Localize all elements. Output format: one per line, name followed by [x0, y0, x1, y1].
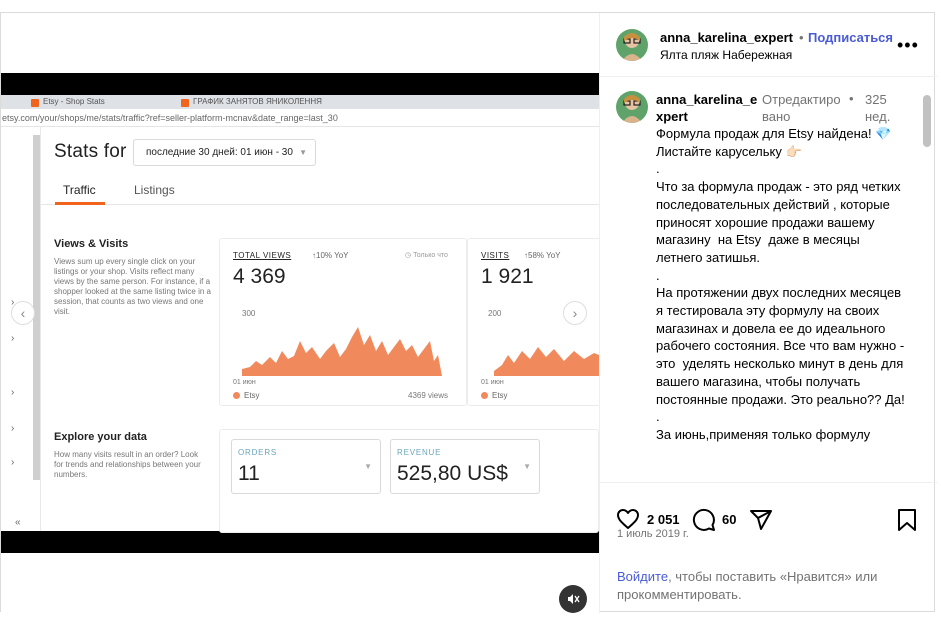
note-text: Только что	[413, 252, 448, 259]
revenue-card: REVENUE 525,80 US$ ▼	[390, 439, 540, 494]
chevron-right-icon: ›	[11, 333, 15, 344]
total-views-value: 4 369	[233, 265, 286, 288]
browser-url: etsy.com/your/shops/me/stats/traffic?ref…	[1, 109, 599, 127]
delta-value: 10% YoY	[316, 251, 349, 260]
post-details: anna_karelina_expert • Подписаться Ялта …	[599, 13, 937, 613]
stats-title: Stats for	[54, 141, 127, 162]
orders-value: 11	[238, 462, 260, 485]
location-link[interactable]: Ялта пляж Набережная	[660, 48, 792, 62]
date-range-value: последние 30 дней: 01 июн - 30	[146, 147, 293, 158]
chevron-right-icon: ›	[11, 423, 15, 434]
tab-listings: Listings	[134, 183, 175, 197]
edited-label: Отредактировано	[762, 92, 841, 124]
bookmark-icon[interactable]	[897, 508, 917, 532]
active-tab-underline	[55, 202, 105, 205]
share-icon[interactable]	[749, 508, 773, 532]
avatar[interactable]	[616, 29, 648, 61]
revenue-value: 525,80 US$	[397, 462, 508, 485]
login-prompt: Войдите, чтобы поставить «Нравится» или …	[617, 568, 917, 604]
post-date: 1 июль 2019 г.	[617, 528, 689, 540]
comment-icon[interactable]	[692, 508, 716, 532]
speaker-muted-icon	[568, 594, 580, 604]
chevron-down-icon: ▼	[364, 462, 372, 471]
avatar-image	[616, 29, 648, 61]
caption-scrollbar[interactable]	[923, 95, 931, 147]
post-age: 325 нед.	[865, 92, 891, 124]
chevron-right-icon: ›	[11, 387, 15, 398]
login-link[interactable]: Войдите	[617, 569, 668, 584]
browser-tab: ГРАФИК ЗАНЯТОВ ЯНИКОЛЕННЯ	[179, 97, 322, 109]
avatar-image	[616, 91, 648, 123]
explore-heading: Explore your data	[54, 431, 147, 443]
caption-username[interactable]: anna_karelina_expert	[656, 91, 760, 125]
heart-icon[interactable]	[616, 508, 640, 530]
caption-area: anna_karelina_expert Отредактировано • 3…	[600, 77, 937, 483]
chevron-right-icon: ›	[11, 457, 15, 468]
stats-tabs: Traffic Listings	[41, 175, 599, 205]
visits-delta: ↑58% YoY	[524, 251, 561, 260]
delta-value: 58% YoY	[528, 251, 561, 260]
separator-dot: •	[799, 30, 804, 45]
y-axis-label: 300	[242, 309, 256, 318]
legend-etsy: Etsy	[481, 391, 508, 400]
explore-text: How many visits result in an order? Look…	[54, 450, 201, 479]
separator-dot: •	[849, 91, 854, 106]
visits-value: 1 921	[481, 265, 534, 288]
chevron-down-icon: ▼	[299, 148, 307, 157]
browser-tab: Etsy - Shop Stats	[29, 97, 105, 109]
total-views-delta: ↑10% YoY	[312, 251, 349, 260]
caption-text: Формула продаж для Etsy найдена! 💎 Листа…	[656, 126, 905, 442]
username-link[interactable]: anna_karelina_expert	[660, 30, 793, 45]
follow-button[interactable]: Подписаться	[808, 30, 893, 45]
revenue-label: REVENUE	[397, 448, 442, 457]
visits-label: VISITS	[481, 251, 510, 260]
orders-label: ORDERS	[238, 448, 278, 457]
action-bar: 2 051 60	[600, 483, 937, 563]
orders-card: ORDERS 11 ▼	[231, 439, 381, 494]
views-visits-text: Views sum up every single click on your …	[54, 257, 211, 316]
browser-tab-bar: Etsy - Shop Stats ГРАФИК ЗАНЯТОВ ЯНИКОЛЕ…	[1, 95, 599, 109]
total-views-label: TOTAL VIEWS	[233, 251, 292, 260]
next-slide-button[interactable]: ›	[563, 301, 587, 325]
chevron-down-icon: ▼	[523, 462, 531, 471]
post-header: anna_karelina_expert • Подписаться Ялта …	[600, 13, 937, 77]
updated-note: ◷ Только что	[405, 252, 448, 259]
legend-value: 4369 views	[408, 391, 449, 400]
collapse-icon: «	[15, 517, 21, 528]
y-axis-label: 200	[488, 309, 502, 318]
media-panel: Etsy - Shop Stats ГРАФИК ЗАНЯТОВ ЯНИКОЛЕ…	[1, 13, 599, 613]
mute-button[interactable]	[559, 585, 587, 613]
video-player[interactable]: Etsy - Shop Stats ГРАФИК ЗАНЯТОВ ЯНИКОЛЕ…	[1, 73, 599, 553]
comments-count[interactable]: 60	[722, 512, 736, 527]
post-dialog: Etsy - Shop Stats ГРАФИК ЗАНЯТОВ ЯНИКОЛЕ…	[0, 12, 937, 613]
x-axis-start: 01 июн	[233, 379, 256, 386]
views-area-chart	[242, 327, 442, 376]
prev-slide-button[interactable]: ‹	[11, 301, 35, 325]
x-axis-start: 01 июн	[481, 379, 504, 386]
caption-avatar[interactable]	[616, 91, 648, 123]
total-views-card: TOTAL VIEWS ↑10% YoY ◷ Только что 4 369 …	[219, 238, 467, 406]
legend-etsy: Etsy	[233, 391, 260, 400]
date-range-select: последние 30 дней: 01 июн - 30 ▼	[133, 139, 316, 166]
views-visits-heading: Views & Visits	[54, 238, 129, 250]
likes-count[interactable]: 2 051	[647, 512, 680, 527]
tab-traffic: Traffic	[63, 183, 96, 197]
visits-area-chart	[494, 347, 599, 376]
more-options-icon[interactable]: •••	[897, 35, 919, 56]
